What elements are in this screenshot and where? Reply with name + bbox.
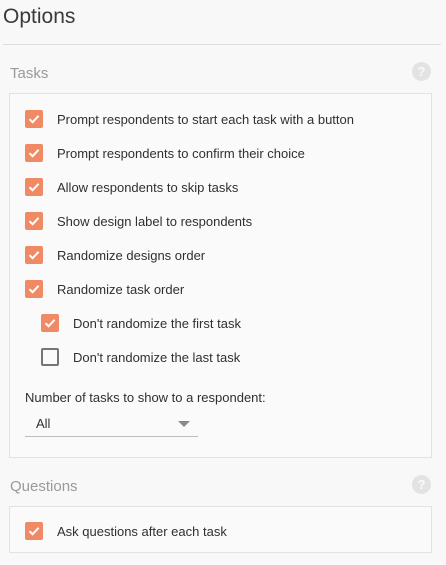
option-prompt-start-button[interactable]: Prompt respondents to start each task wi… (25, 109, 354, 129)
tasks-panel: Prompt respondents to start each task wi… (9, 93, 432, 458)
option-label: Don't randomize the last task (73, 349, 241, 365)
option-label: Show design label to respondents (57, 213, 253, 229)
option-label: Allow respondents to skip tasks (57, 179, 239, 195)
checkbox-checked-icon[interactable] (25, 110, 43, 128)
checkbox-checked-icon[interactable] (25, 212, 43, 230)
option-prompt-confirm-choice[interactable]: Prompt respondents to confirm their choi… (25, 143, 305, 163)
option-label: Prompt respondents to start each task wi… (57, 111, 354, 127)
checkbox-checked-icon[interactable] (25, 280, 43, 298)
checkbox-checked-icon[interactable] (25, 144, 43, 162)
checkbox-checked-icon[interactable] (25, 522, 43, 540)
checkbox-checked-icon[interactable] (25, 246, 43, 264)
tasks-count-value: All (36, 416, 51, 431)
option-randomize-designs[interactable]: Randomize designs order (25, 245, 205, 265)
tasks-count-select[interactable]: All (25, 412, 198, 437)
questions-help-icon[interactable]: ? (412, 475, 431, 494)
page-title: Options (3, 5, 76, 28)
tasks-count-label: Number of tasks to show to a respondent: (25, 390, 266, 405)
option-label: Randomize task order (57, 281, 185, 297)
tasks-help-icon[interactable]: ? (412, 62, 431, 81)
option-label: Prompt respondents to confirm their choi… (57, 145, 305, 161)
options-page: Options Tasks ? Prompt respondents to st… (0, 0, 446, 565)
questions-heading: Questions (10, 478, 78, 495)
option-randomize-task-order[interactable]: Randomize task order (25, 279, 184, 299)
questions-panel: Ask questions after each task (9, 506, 432, 553)
checkbox-unchecked-icon[interactable] (41, 348, 59, 366)
option-label: Don't randomize the first task (73, 315, 241, 331)
checkbox-checked-icon[interactable] (41, 314, 59, 332)
option-label: Ask questions after each task (57, 523, 227, 539)
tasks-heading: Tasks (10, 65, 49, 82)
option-allow-skip[interactable]: Allow respondents to skip tasks (25, 177, 238, 197)
option-show-design-label[interactable]: Show design label to respondents (25, 211, 252, 231)
option-label: Randomize designs order (57, 247, 206, 263)
option-dont-randomize-last[interactable]: Don't randomize the last task (41, 347, 240, 367)
option-ask-questions-after-task[interactable]: Ask questions after each task (25, 521, 227, 541)
dropdown-arrow-icon (178, 421, 190, 427)
title-divider (3, 44, 441, 45)
option-dont-randomize-first[interactable]: Don't randomize the first task (41, 313, 241, 333)
checkbox-checked-icon[interactable] (25, 178, 43, 196)
